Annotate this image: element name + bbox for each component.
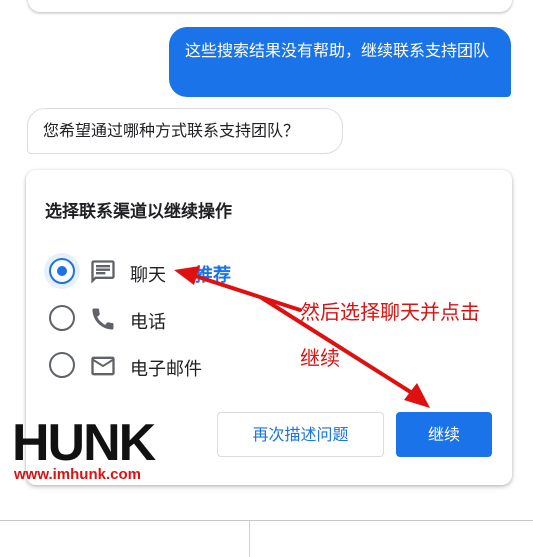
radio-phone[interactable] (49, 305, 75, 331)
agent-message-bubble: 您希望通过哪种方式联系支持团队？ (27, 108, 343, 154)
annotation-line1: 然后选择聊天并点击 (300, 300, 480, 324)
phone-icon (92, 308, 114, 330)
option-email[interactable]: 电子邮件 (44, 347, 344, 387)
annotation-line2: 继续 (300, 346, 340, 370)
agent-message-text: 您希望通过哪种方式联系支持团队？ (43, 121, 300, 140)
option-label-email: 电子邮件 (130, 359, 202, 380)
continue-button[interactable]: 继续 (396, 412, 492, 457)
watermark-brand: HUNK (12, 414, 156, 472)
chat-icon (91, 260, 115, 284)
option-chat[interactable]: 聊天 推荐 (44, 253, 344, 293)
describe-again-button[interactable]: 再次描述问题 (217, 412, 384, 457)
user-message-bubble: 这些搜索结果没有帮助，继续联系支持团队 (169, 27, 511, 97)
user-message-text: 这些搜索结果没有帮助，继续联系支持团队 (185, 41, 490, 60)
hunk-watermark-logo: HUNK www.imhunk.com (12, 414, 172, 488)
option-label-chat: 聊天 (130, 265, 166, 286)
email-icon (91, 356, 115, 376)
radio-selected-dot (57, 266, 67, 276)
bottom-bar (0, 520, 533, 557)
radio-chat[interactable] (49, 258, 75, 284)
radio-email[interactable] (49, 352, 75, 378)
watermark-url: www.imhunk.com (14, 466, 141, 483)
previous-card (28, 0, 512, 12)
bottom-divider (249, 521, 250, 557)
recommended-badge: 推荐 (195, 265, 231, 286)
option-label-phone: 电话 (130, 312, 166, 333)
option-phone[interactable]: 电话 (44, 300, 344, 340)
card-title: 选择联系渠道以继续操作 (45, 202, 232, 222)
